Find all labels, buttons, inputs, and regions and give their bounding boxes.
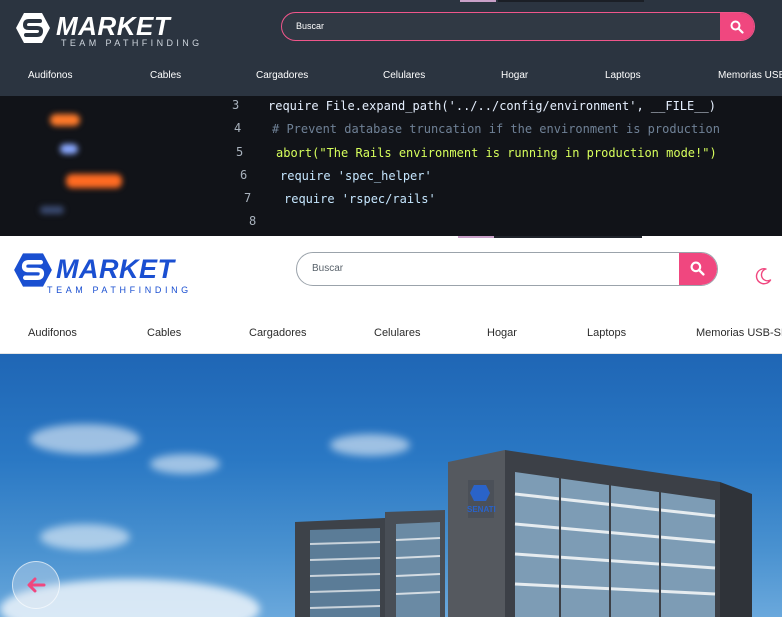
logo-brand-text: MARKET [56,254,175,284]
light-theme-preview: MARKET TEAM PATHFINDING Buscar Audifonos… [0,236,782,617]
nav-item-laptops[interactable]: Laptops [605,70,641,81]
hero-sign-text: SENATI [467,505,496,514]
building-illustration: SENATI [295,450,752,617]
search-bar: Buscar [281,12,755,41]
line-number: 4 [234,121,242,135]
glow-orange [50,114,80,126]
line-number: 7 [244,191,252,205]
dark-theme-preview: MARKET TEAM PATHFINDING Buscar Audifonos… [0,0,782,236]
nav-item-cables[interactable]: Cables [147,327,181,339]
category-nav: Audifonos Cables Cargadores Celulares Ho… [0,70,782,86]
line-number: 5 [236,145,244,159]
nav-item-cables[interactable]: Cables [150,70,181,81]
moon-icon[interactable] [753,266,773,286]
line-number: 3 [232,98,240,112]
nav-item-memorias[interactable]: Memorias USB-SD [718,70,782,81]
nav-item-celulares[interactable]: Celulares [383,70,425,81]
line-number: 8 [249,214,257,228]
glow-blue [60,144,78,154]
dark-header: MARKET TEAM PATHFINDING Buscar Audifonos… [0,0,782,96]
search-icon [730,20,744,34]
nav-item-celulares[interactable]: Celulares [374,327,420,339]
logo-tagline: TEAM PATHFINDING [61,38,203,48]
code-line: abort("The Rails environment is running … [276,146,717,160]
back-button[interactable] [12,561,60,609]
logo-mark-icon [14,253,52,287]
category-nav: Audifonos Cables Cargadores Celulares Ho… [0,327,782,354]
logo[interactable]: MARKET TEAM PATHFINDING [15,10,199,50]
search-input[interactable]: Buscar [296,13,324,40]
nav-item-hogar[interactable]: Hogar [501,70,528,81]
top-strip-accent [458,236,494,238]
search-bar: Buscar [296,252,718,286]
logo-mark-icon [16,13,50,43]
code-line: require 'spec_helper' [280,169,432,183]
code-line: # Prevent database truncation if the env… [272,122,720,136]
top-strip-dark [494,236,642,238]
glow-dim [40,206,64,214]
search-button[interactable] [720,13,754,40]
search-button[interactable] [679,253,717,285]
code-line: require File.expand_path('../../config/e… [268,99,716,113]
search-icon [690,261,705,276]
nav-item-audifonos[interactable]: Audifonos [28,70,72,81]
nav-item-hogar[interactable]: Hogar [487,327,517,339]
glow-orange-2 [66,174,122,188]
logo-tagline: TEAM PATHFINDING [47,285,192,295]
nav-item-audifonos[interactable]: Audifonos [28,327,77,339]
hero-building-image: SENATI [0,354,782,617]
nav-item-laptops[interactable]: Laptops [587,327,626,339]
code-line: require 'rspec/rails' [284,192,436,206]
search-input[interactable]: Buscar [312,253,343,285]
logo[interactable]: MARKET TEAM PATHFINDING [13,252,213,296]
nav-item-cargadores[interactable]: Cargadores [256,70,308,81]
nav-item-memorias[interactable]: Memorias USB-SD [696,327,782,339]
line-number: 6 [240,168,248,182]
top-strip-dark [498,0,644,2]
hero-code-image: 3 4 5 6 7 8 require File.expand_path('..… [0,96,782,236]
arrow-left-icon [27,577,46,593]
nav-item-cargadores[interactable]: Cargadores [249,327,306,339]
top-strip-accent [460,0,496,2]
